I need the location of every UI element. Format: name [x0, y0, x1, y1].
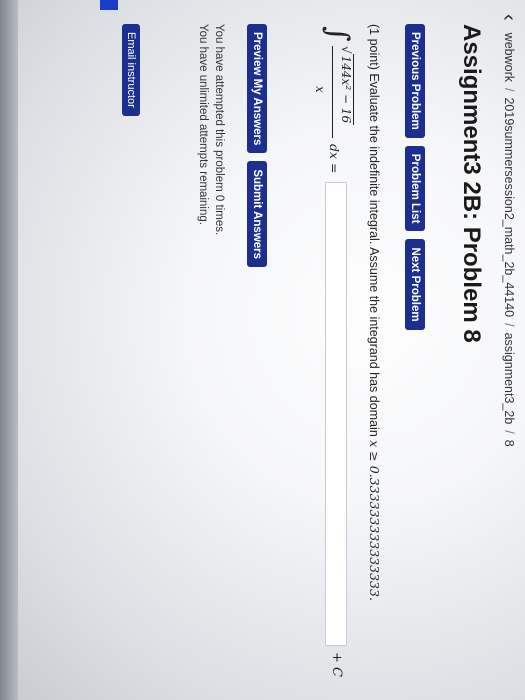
integrand-numerator: √144x² − 16: [339, 46, 354, 126]
preview-answers-button[interactable]: Preview My Answers: [247, 24, 267, 154]
dx-label: dx =: [327, 144, 342, 174]
breadcrumb-item-assignment[interactable]: assignment3_2b: [502, 333, 516, 425]
plus-c-label: + C: [329, 652, 344, 677]
breadcrumb-separator: /: [502, 323, 516, 327]
remaining-text: You have unlimited attempts remaining.: [197, 24, 209, 225]
answer-actions: Preview My Answers Submit Answers: [247, 24, 267, 268]
previous-problem-button[interactable]: Previous Problem: [405, 24, 425, 138]
breadcrumb-item-course[interactable]: 2019summersession2_math_2b_44140: [502, 97, 516, 317]
integral-sign: ∫: [320, 26, 355, 42]
fraction-bar: [332, 46, 333, 138]
submit-answers-button[interactable]: Submit Answers: [247, 161, 267, 268]
next-problem-button[interactable]: Next Problem: [405, 239, 425, 330]
page-title: Assignment3 2B: Problem 8: [458, 24, 485, 343]
domain-math: x ≥ 0.333333333333333.: [367, 440, 382, 601]
radicand: 144x² − 16: [339, 53, 354, 126]
breadcrumb-item-webwork[interactable]: webwork: [502, 33, 516, 82]
breadcrumb: ‹ webwork / 2019summersession2_math_2b_4…: [498, 14, 520, 447]
page: ‹ webwork / 2019summersession2_math_2b_4…: [0, 0, 525, 700]
breadcrumb-item-problem: 8: [502, 439, 516, 447]
attempts-text: You have attempted this problem 0 times.: [213, 24, 225, 236]
email-section: Email instructor: [122, 24, 141, 116]
problem-list-button[interactable]: Problem List: [405, 145, 425, 232]
attempt-info: You have attempted this problem 0 times.…: [195, 24, 227, 235]
breadcrumb-separator: /: [502, 88, 516, 92]
problem-nav: Previous Problem Problem List Next Probl…: [405, 24, 425, 330]
chevron-left-icon[interactable]: ‹: [498, 14, 520, 21]
radical-sign: √: [339, 46, 353, 54]
breadcrumb-separator: /: [502, 430, 516, 434]
integrand-denominator: x: [313, 86, 327, 93]
integral-expression: ∫ √144x² − 16 x dx = + C: [300, 24, 355, 677]
problem-points: (1 point): [367, 24, 381, 70]
problem-text: Evaluate the indefinite integral. Assume…: [367, 73, 381, 437]
answer-input[interactable]: [325, 182, 347, 646]
email-instructor-button[interactable]: Email instructor: [122, 24, 140, 116]
problem-statement: (1 point) Evaluate the indefinite integr…: [367, 24, 382, 601]
